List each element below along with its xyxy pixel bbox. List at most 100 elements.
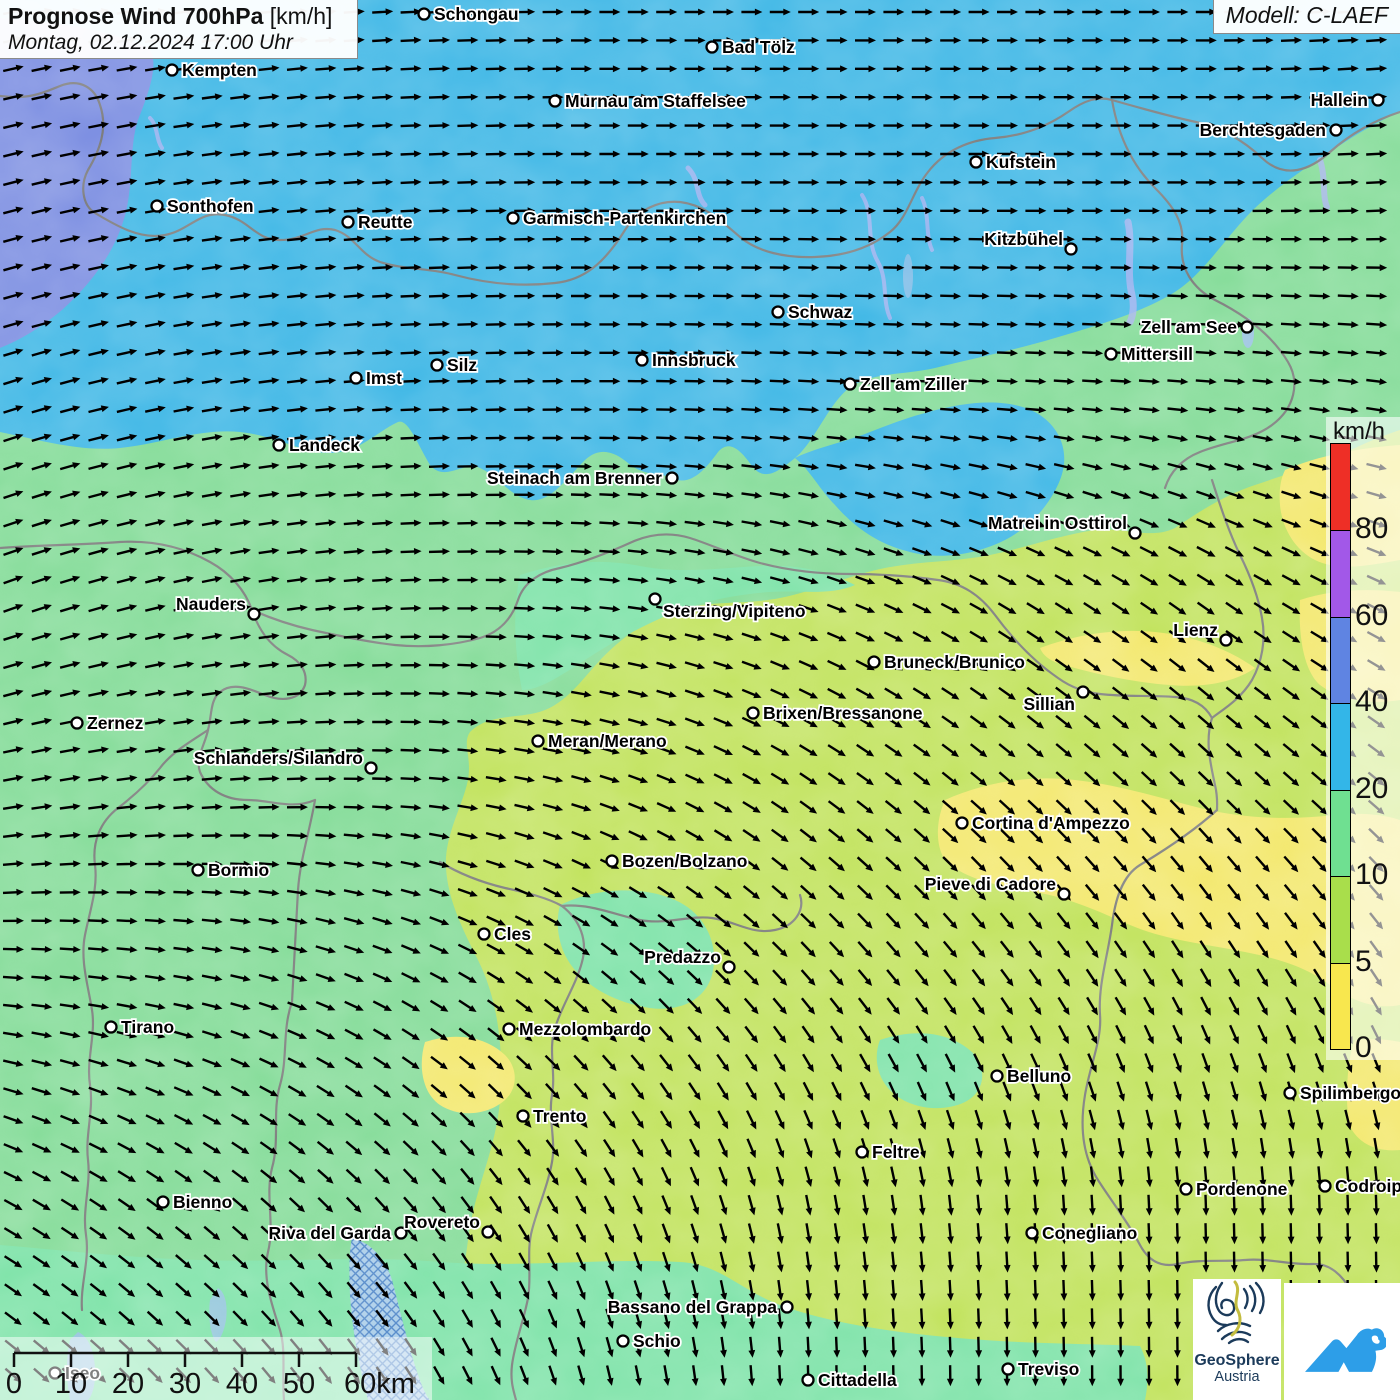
city-label: Mezzolombardo (519, 1019, 651, 1039)
city-label: Trento (533, 1106, 586, 1126)
city-label: Sterzing/Vipiteno (663, 601, 806, 621)
city-marker (607, 856, 618, 867)
legend-tick-label: 10 (1355, 857, 1388, 893)
city-marker (707, 42, 718, 53)
legend-unit-label: km/h (1333, 418, 1385, 446)
city-label: Spilimbergo (1300, 1083, 1400, 1103)
city-label: Zell am Ziller (860, 374, 967, 394)
city-marker (1242, 322, 1253, 333)
forecast-map: Schongau Bad Tölz Kempten Murnau am Staffel… (0, 0, 1400, 1400)
legend-color-band (1331, 876, 1350, 962)
geosphere-country: Austria (1193, 1369, 1281, 1385)
map-scalebar: 0 10 20 30 40 50 60km (0, 1337, 432, 1400)
city-marker (419, 9, 430, 20)
city-label: Pieve di Cadore (925, 874, 1057, 894)
city-label: Innsbruck (652, 350, 736, 370)
city-marker (1320, 1181, 1331, 1192)
city-marker (1059, 889, 1070, 900)
geosphere-name: GeoSphere (1193, 1352, 1281, 1369)
city-label: Schlanders/Silandro (194, 748, 363, 768)
city-marker (343, 217, 354, 228)
city-label: Cortina d'Ampezzo (972, 813, 1130, 833)
city-label: Predazzo (644, 947, 721, 967)
legend-tick-label: 80 (1355, 511, 1388, 547)
city-label: Imst (366, 368, 402, 388)
city-label: Murnau am Staffelsee (565, 91, 746, 111)
city-label: Conegliano (1042, 1223, 1137, 1243)
city-label: Pordenone (1196, 1179, 1288, 1199)
city-label: Tirano (121, 1017, 174, 1037)
city-label: Bienno (173, 1192, 232, 1212)
city-label: Bad Tölz (722, 37, 795, 57)
model-label: Modell: C-LAEF (1213, 0, 1400, 34)
city-label: Lienz (1173, 620, 1218, 640)
scalebar-label: 40 (226, 1368, 258, 1400)
city-label: Rovereto (404, 1212, 480, 1232)
city-label: Garmisch-Partenkirchen (523, 208, 726, 228)
city-label: Kufstein (986, 152, 1056, 172)
city-marker (249, 609, 260, 620)
city-marker (618, 1336, 629, 1347)
city-marker (1373, 95, 1384, 106)
city-marker (1221, 635, 1232, 646)
city-marker (724, 962, 735, 973)
city-marker (782, 1302, 793, 1313)
city-marker (533, 736, 544, 747)
city-marker (650, 594, 661, 605)
city-marker (432, 360, 443, 371)
city-marker (158, 1197, 169, 1208)
city-marker (1285, 1088, 1296, 1099)
scalebar-label: 30 (169, 1368, 201, 1400)
scalebar-label: 20 (112, 1368, 144, 1400)
city-label: Kitzbühel (984, 229, 1063, 249)
city-label: Kempten (182, 60, 257, 80)
city-label: Schongau (434, 4, 519, 24)
scalebar-label: 0 (6, 1368, 22, 1400)
city-marker (1003, 1364, 1014, 1375)
city-label: Hallein (1311, 90, 1368, 110)
forecast-datetime: Montag, 02.12.2024 17:00 Uhr (8, 30, 357, 55)
legend-tick-label: 40 (1355, 684, 1388, 720)
city-label: Schwaz (788, 302, 852, 322)
legend-tick-label: 5 (1355, 944, 1372, 980)
city-marker (869, 657, 880, 668)
city-label: Feltre (872, 1142, 920, 1162)
city-marker (957, 818, 968, 829)
weather-map-page: Schongau Bad Tölz Kempten Murnau am Staffel… (0, 0, 1400, 1400)
city-marker (1181, 1184, 1192, 1195)
city-marker (773, 307, 784, 318)
city-marker (274, 440, 285, 451)
scalebar-label: 50 (283, 1368, 315, 1400)
title-panel: Prognose Wind 700hPa [km/h] Montag, 02.1… (0, 0, 358, 59)
city-marker (106, 1022, 117, 1033)
city-label: Silz (447, 355, 477, 375)
scalebar-graphic: 0 10 20 30 40 50 60km (0, 1337, 432, 1400)
legend-tick-label: 60 (1355, 598, 1388, 634)
scalebar-label: 10 (55, 1368, 87, 1400)
city-label: Mittersill (1121, 344, 1193, 364)
page-title: Prognose Wind 700hPa [km/h] (8, 3, 357, 30)
city-marker (152, 201, 163, 212)
city-label: Nauders (176, 594, 246, 614)
city-marker (667, 473, 678, 484)
partner-logo (1284, 1283, 1400, 1400)
city-marker (1078, 687, 1089, 698)
city-marker (366, 763, 377, 774)
scalebar-label: 60km (344, 1368, 415, 1400)
city-label: Cles (494, 924, 531, 944)
city-marker (550, 96, 561, 107)
city-marker (1106, 349, 1117, 360)
mountain-cloud-icon (1298, 1298, 1386, 1386)
city-label: Bruneck/Brunico (884, 652, 1025, 672)
city-marker (167, 65, 178, 76)
city-label: Codroipo (1335, 1176, 1400, 1196)
city-marker (1027, 1228, 1038, 1239)
city-label: Berchtesgaden (1200, 120, 1326, 140)
geosphere-logo: GeoSphere Austria (1193, 1279, 1281, 1400)
city-marker (971, 157, 982, 168)
city-marker (1066, 244, 1077, 255)
legend-color-band (1331, 617, 1350, 703)
city-label: Bassano del Grappa (608, 1297, 777, 1317)
city-label: Bormio (208, 860, 269, 880)
city-marker (479, 929, 490, 940)
